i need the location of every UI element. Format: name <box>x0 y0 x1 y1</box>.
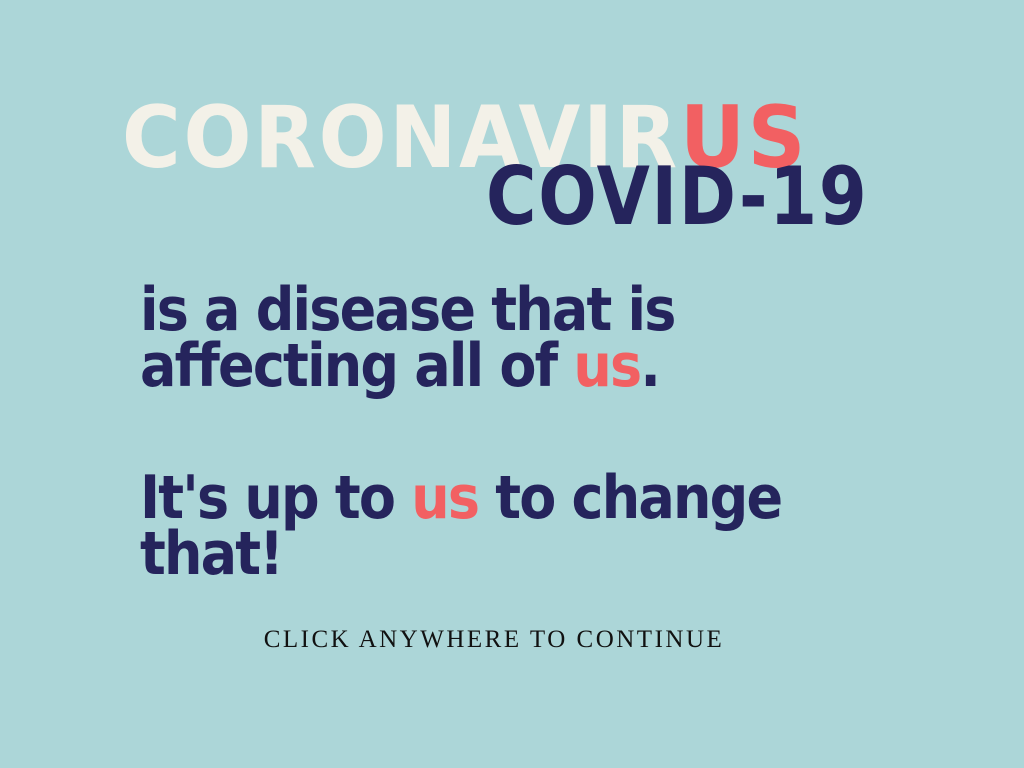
message-line-4: that! <box>140 519 284 589</box>
covid-19-subtitle: COVID-19 <box>486 150 869 243</box>
click-anywhere-area[interactable]: CORONAVIRUS COVID-19 is a disease that i… <box>0 0 1024 768</box>
message-line-2: affecting all of us. <box>140 336 661 396</box>
message-line-3-suffix: to change <box>478 463 783 533</box>
click-to-continue-prompt[interactable]: CLICK ANYWHERE TO CONTINUE <box>0 626 1024 654</box>
click-to-continue-label[interactable]: CLICK ANYWHERE TO CONTINUE <box>264 626 725 653</box>
message-line-3-accent: us <box>411 463 480 533</box>
message-line-1: is a disease that is <box>140 275 676 345</box>
message-line-2-accent: us <box>573 331 642 401</box>
message-line-2-prefix: affecting all of <box>140 331 574 401</box>
message-line-3: It's up to us to change <box>140 468 783 528</box>
message-line-2-suffix: . <box>640 331 660 401</box>
